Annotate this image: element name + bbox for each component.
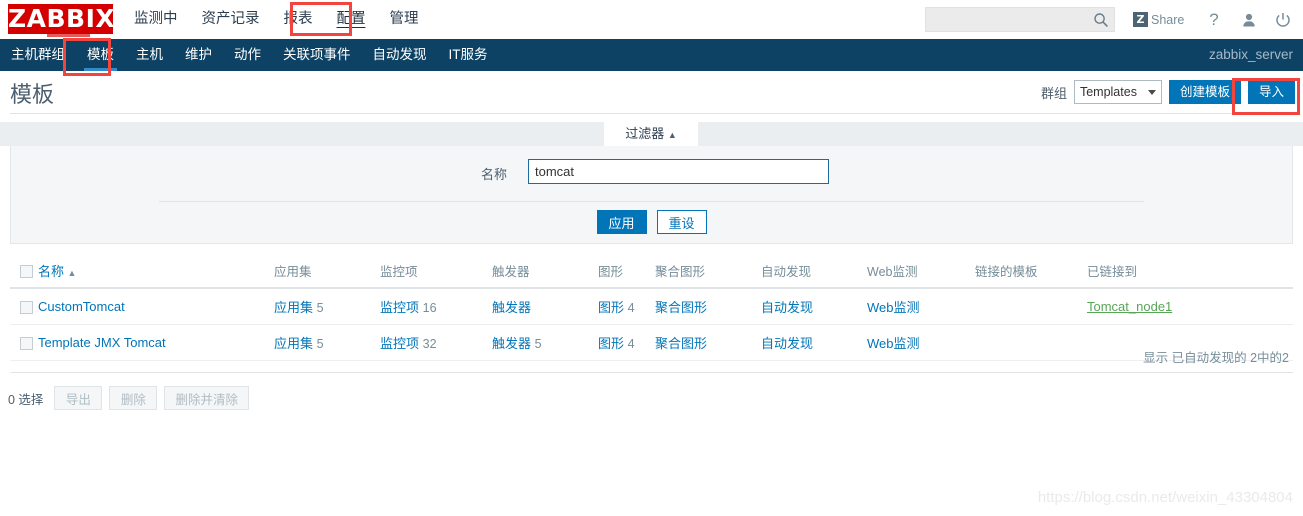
column-header-applications: 应用集 [274, 255, 380, 289]
table-header-row: 名称 ▲ 应用集 监控项 触发器 图形 聚合图形 自动发现 Web监测 链接的模… [10, 255, 1293, 289]
zabbix-templates-page: ZABBIX 监测中 资产记录 报表 配置 管理 Z Share ? 主机群组 … [0, 0, 1303, 516]
subnav-item-it-services[interactable]: IT服务 [438, 39, 499, 71]
apply-button[interactable]: 应用 [596, 210, 647, 234]
filter-panel: 名称 应用 重设 [10, 146, 1293, 244]
import-button[interactable]: 导入 [1247, 80, 1295, 104]
create-template-button[interactable]: 创建模板 [1168, 80, 1241, 104]
column-header-name-link[interactable]: 名称 [38, 264, 64, 279]
group-select[interactable]: Templates [1073, 80, 1162, 104]
share-button[interactable]: Z Share [1133, 11, 1184, 28]
filter-tab[interactable]: 过滤器 ▲ [604, 122, 698, 146]
nav-item-configuration[interactable]: 配置 [325, 0, 378, 39]
subnav-item-actions[interactable]: 动作 [223, 39, 272, 71]
filter-name-label: 名称 [481, 167, 508, 182]
top-header: ZABBIX 监测中 资产记录 报表 配置 管理 Z Share ? [0, 0, 1303, 39]
main-navigation: 监测中 资产记录 报表 配置 管理 [122, 0, 431, 39]
search-icon[interactable] [1093, 12, 1109, 28]
triggers-link[interactable]: 触发器 [492, 300, 531, 315]
global-search[interactable] [925, 7, 1115, 32]
cell-template-name: CustomTomcat [38, 288, 274, 325]
page-title-row: 模板 群组 Templates 创建模板 导入 [0, 71, 1303, 116]
subnav-item-hosts[interactable]: 主机 [125, 39, 174, 71]
chevron-down-icon [1147, 90, 1156, 95]
sign-out-icon[interactable] [1272, 9, 1294, 31]
subnav-item-discovery[interactable]: 自动发现 [362, 39, 438, 71]
web-link[interactable]: Web监测 [867, 300, 920, 315]
items-link[interactable]: 监控项 [380, 300, 419, 315]
reset-button[interactable]: 重设 [656, 210, 707, 234]
items-count: 16 [422, 301, 437, 315]
delete-and-clear-button[interactable]: 删除并清除 [164, 386, 249, 410]
help-icon[interactable]: ? [1203, 9, 1225, 31]
cell-graphs: 图形 4 [598, 288, 655, 325]
subnav-item-maintenance[interactable]: 维护 [174, 39, 223, 71]
cell-linked-templates [975, 288, 1087, 325]
filter-name-input[interactable] [528, 159, 829, 184]
column-header-triggers: 触发器 [492, 255, 598, 289]
row-select-cell [10, 288, 38, 325]
subnav-item-correlation[interactable]: 关联项事件 [272, 39, 362, 71]
logo-underline [47, 34, 90, 37]
column-header-linked-to: 已链接到 [1087, 255, 1293, 289]
zabbix-logo[interactable]: ZABBIX [8, 4, 115, 34]
bulk-actions-bar: 0 选择 导出 删除 删除并清除 [8, 386, 249, 410]
applications-link[interactable]: 应用集 [274, 300, 313, 315]
select-all-header [10, 255, 38, 289]
search-input[interactable] [926, 8, 1091, 31]
sort-ascending-icon: ▲ [67, 268, 77, 278]
row-count-summary: 显示 已自动发现的 2中的2 [10, 343, 1293, 373]
graphs-link[interactable]: 图形 [598, 300, 624, 315]
cell-screens: 聚合图形 [655, 288, 761, 325]
select-all-checkbox[interactable] [20, 264, 33, 278]
column-header-screens: 聚合图形 [655, 255, 761, 289]
applications-count: 5 [316, 301, 324, 315]
filter-tabstrip: 过滤器 ▲ [0, 122, 1303, 146]
nav-item-administration[interactable]: 管理 [378, 0, 431, 39]
configuration-subnav: 主机群组 模板 主机 维护 动作 关联项事件 自动发现 IT服务 zabbix_… [0, 39, 1303, 71]
selected-count-label: 0 选择 [8, 392, 44, 407]
filter-tab-label: 过滤器 [625, 126, 665, 141]
column-header-discovery: 自动发现 [761, 255, 867, 289]
group-select-value: Templates [1079, 85, 1137, 99]
zabbix-share-icon: Z [1133, 12, 1148, 27]
graphs-count: 4 [627, 301, 635, 315]
cell-items: 监控项 16 [380, 288, 492, 325]
column-header-name[interactable]: 名称 ▲ [38, 255, 274, 289]
filter-divider [159, 201, 1144, 202]
title-divider [10, 113, 1293, 114]
column-header-web: Web监测 [867, 255, 975, 289]
delete-button[interactable]: 删除 [109, 386, 158, 410]
discovery-link[interactable]: 自动发现 [761, 300, 813, 315]
cell-web: Web监测 [867, 288, 975, 325]
column-header-graphs: 图形 [598, 255, 655, 289]
cell-discovery: 自动发现 [761, 288, 867, 325]
group-filter-label: 群组 [1040, 85, 1067, 101]
subnav-item-templates[interactable]: 模板 [76, 39, 125, 71]
page-title: 模板 [10, 82, 55, 107]
server-name-label: zabbix_server [1208, 47, 1293, 62]
nav-item-reports[interactable]: 报表 [272, 0, 325, 39]
row-checkbox[interactable] [20, 301, 33, 315]
page-header-controls: 群组 Templates 创建模板 导入 [1041, 80, 1295, 104]
filter-collapse-caret-icon: ▲ [667, 130, 677, 140]
export-button[interactable]: 导出 [54, 386, 103, 410]
filter-actions: 应用 重设 [11, 210, 1292, 234]
linked-to-link[interactable]: Tomcat_node1 [1087, 299, 1172, 314]
cell-triggers: 触发器 [492, 288, 598, 325]
column-header-linked-templates: 链接的模板 [975, 255, 1087, 289]
subnav-items: 主机群组 模板 主机 维护 动作 关联项事件 自动发现 IT服务 [0, 39, 499, 71]
watermark: https://blog.csdn.net/weixin_43304804 [1037, 489, 1293, 506]
nav-item-monitoring[interactable]: 监测中 [122, 0, 190, 39]
user-profile-icon[interactable] [1238, 9, 1260, 31]
column-header-items: 监控项 [380, 255, 492, 289]
share-label: Share [1151, 12, 1185, 27]
screens-link[interactable]: 聚合图形 [655, 300, 707, 315]
subnav-item-host-groups[interactable]: 主机群组 [0, 39, 76, 71]
table-row: CustomTomcat 应用集 5 监控项 16 触发器 图形 4 聚合图形 … [10, 288, 1293, 325]
template-name-link[interactable]: CustomTomcat [38, 299, 125, 314]
cell-linked-to: Tomcat_node1 [1087, 288, 1293, 325]
nav-item-inventory[interactable]: 资产记录 [190, 0, 272, 39]
cell-applications: 应用集 5 [274, 288, 380, 325]
